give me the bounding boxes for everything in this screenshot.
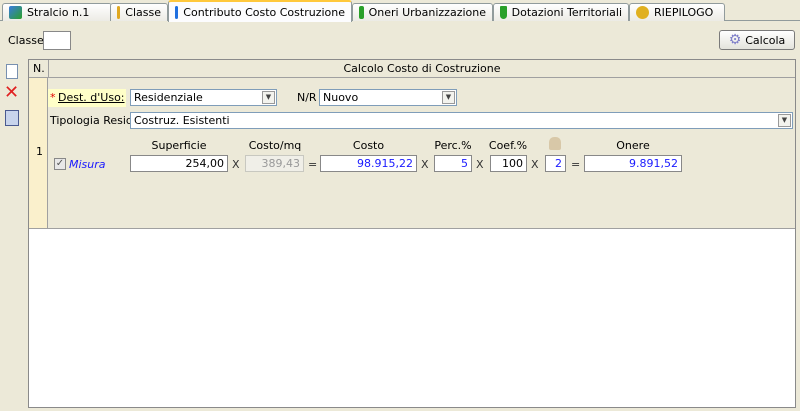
tipologia-label: Tipologia Resid.: [50, 114, 137, 127]
classe-label: Classe: [8, 34, 44, 47]
required-mark: *: [50, 91, 56, 104]
shield-icon: [500, 6, 507, 19]
cube-icon: [359, 6, 364, 19]
money-bag-icon: [636, 6, 649, 19]
cube-icon: [117, 6, 121, 19]
equals-sign: =: [308, 158, 318, 171]
misura-label: Misura: [69, 158, 106, 171]
tab-classe[interactable]: Classe: [110, 3, 168, 21]
cube-icon: [175, 5, 179, 19]
equals-sign: =: [571, 158, 581, 171]
copy-icon[interactable]: [5, 110, 19, 126]
perc-input[interactable]: 5: [434, 155, 472, 172]
tab-bar: Stralcio n.1 Classe Contributo Costo Cos…: [0, 0, 800, 22]
blocks-icon: [9, 6, 22, 19]
chevron-down-icon[interactable]: ▼: [778, 114, 791, 127]
multiply-sign: X: [232, 158, 240, 171]
superficie-input[interactable]: 254,00: [130, 155, 228, 172]
nr-select[interactable]: Nuovo ▼: [319, 89, 457, 106]
column-n-header: N.: [33, 62, 45, 75]
onere-header: Onere: [616, 139, 650, 152]
dest-uso-select[interactable]: Residenziale ▼: [130, 89, 277, 106]
tipologia-select[interactable]: Costruz. Esistenti ▼: [130, 112, 793, 129]
superficie-header: Superficie: [151, 139, 207, 152]
gears-icon: ⚙: [728, 32, 742, 48]
multiply-sign: X: [421, 158, 429, 171]
chevron-down-icon[interactable]: ▼: [442, 91, 455, 104]
calcola-button[interactable]: ⚙ Calcola: [719, 30, 795, 50]
tab-contributo-costo-costruzione[interactable]: Contributo Costo Costruzione: [168, 0, 352, 22]
coef-input[interactable]: 100: [490, 155, 527, 172]
new-document-icon[interactable]: [6, 64, 18, 79]
costo-header: Costo: [352, 139, 385, 152]
person-icon: [549, 137, 561, 150]
dest-uso-label: Dest. d'Uso:: [58, 91, 125, 104]
moltiplicatore-input[interactable]: 2: [545, 155, 566, 172]
tab-oneri-urbanizzazione[interactable]: Oneri Urbanizzazione: [352, 3, 493, 21]
column-title-header: Calcolo Costo di Costruzione: [343, 62, 501, 75]
tab-riepilogo[interactable]: RIEPILOGO: [629, 3, 725, 21]
multiply-sign: X: [531, 158, 539, 171]
tab-stralcio[interactable]: Stralcio n.1: [2, 3, 112, 21]
chevron-down-icon[interactable]: ▼: [262, 91, 275, 104]
onere-input[interactable]: 9.891,52: [584, 155, 682, 172]
multiply-sign: X: [476, 158, 484, 171]
costo-input[interactable]: 98.915,22: [320, 155, 417, 172]
costo-mq-input: 389,43: [245, 155, 304, 172]
tab-dotazioni-territoriali[interactable]: Dotazioni Territoriali: [493, 3, 629, 21]
costo-mq-header: Costo/mq: [248, 139, 302, 152]
classe-input[interactable]: [43, 31, 71, 50]
delete-icon[interactable]: ✕: [4, 84, 19, 102]
misura-checkbox[interactable]: ✓: [54, 158, 66, 170]
row-number: 1: [36, 145, 43, 158]
coef-header: Coef.%: [488, 139, 528, 152]
row-number-cell: 1: [29, 78, 48, 228]
perc-header: Perc.%: [434, 139, 472, 152]
nr-label: N/R: [297, 91, 317, 104]
grid-header: N. Calcolo Costo di Costruzione: [29, 60, 795, 78]
